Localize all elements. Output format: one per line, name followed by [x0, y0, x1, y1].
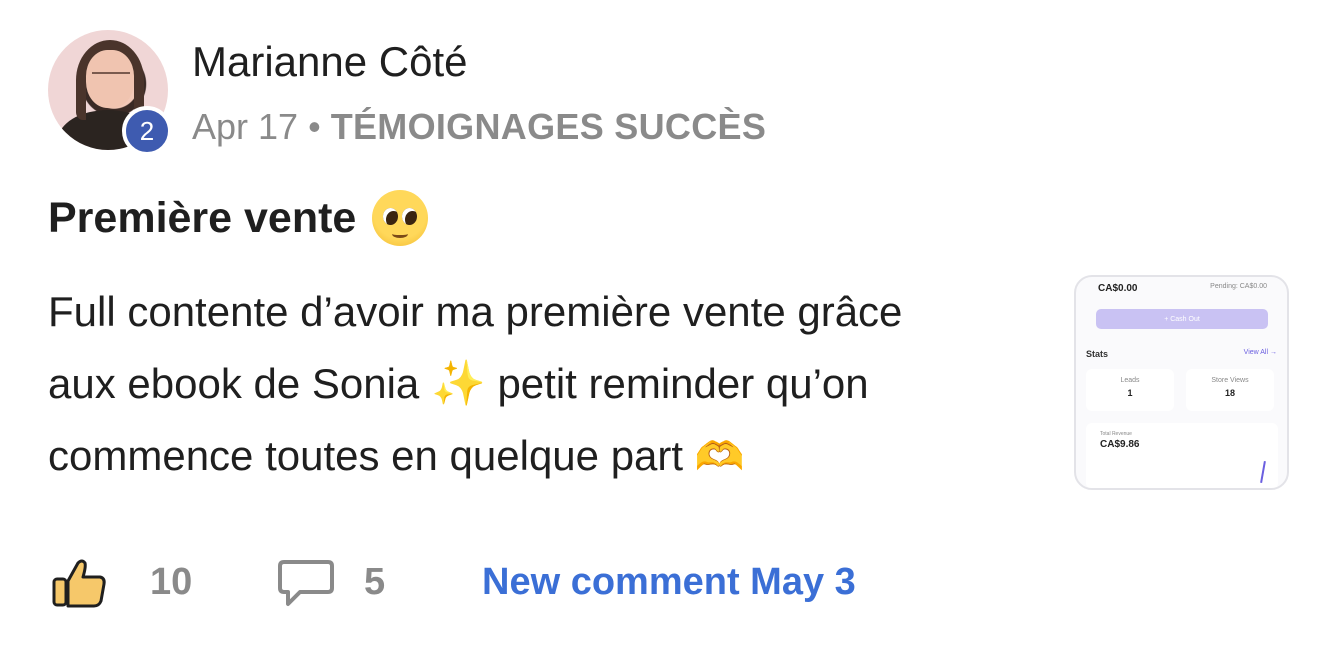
- thumb-revenue-value: CA$9.86: [1100, 439, 1140, 450]
- new-comment-link[interactable]: New comment May 3: [482, 561, 856, 604]
- post-body-line-3-text: commence toutes en quelque part: [48, 432, 684, 479]
- post-meta: Apr 17 • TÉMOIGNAGES SUCCÈS: [192, 106, 766, 148]
- post-date[interactable]: Apr 17: [192, 106, 298, 148]
- sparkles-icon: ✨: [430, 359, 486, 408]
- thumb-stats-label: Stats: [1086, 349, 1109, 359]
- thumb-cash-out: + Cash Out: [1096, 309, 1268, 329]
- post-actions: 10 5 New comment May 3: [52, 554, 856, 610]
- post-body-line-3: commence toutes en quelque part 🫶: [48, 420, 1038, 493]
- post-body-line-2a: aux ebook de Sonia: [48, 360, 420, 407]
- post-title[interactable]: Première vente: [48, 190, 429, 246]
- thumb-leads-label: Leads: [1120, 377, 1140, 384]
- post-body[interactable]: Full contente d’avoir ma première vente …: [48, 276, 1038, 493]
- avatar-glasses: [92, 72, 130, 84]
- author-name[interactable]: Marianne Côté: [192, 38, 467, 86]
- thumb-balance: CA$0.00: [1098, 283, 1138, 294]
- comment-icon[interactable]: [278, 558, 334, 606]
- thumb-revenue-sparkline: [1260, 460, 1266, 484]
- meta-separator: •: [308, 106, 321, 147]
- thumb-pending: Pending: CA$0.00: [1210, 283, 1267, 290]
- thumb-store-views-label: Store Views: [1211, 377, 1249, 384]
- post-category[interactable]: TÉMOIGNAGES SUCCÈS: [331, 106, 766, 148]
- thumb-store-views-value: 18: [1224, 388, 1235, 398]
- post-title-text: Première vente: [48, 193, 357, 242]
- post-body-line-1: Full contente d’avoir ma première vente …: [48, 288, 903, 335]
- pleading-face-icon: [372, 190, 429, 246]
- level-badge: 2: [122, 106, 172, 156]
- thumb-view-all: View All →: [1243, 349, 1277, 356]
- post-body-line-2b: petit reminder qu’on: [497, 360, 869, 407]
- heart-hands-icon: 🫶: [694, 435, 745, 479]
- attachment-thumbnail[interactable]: CA$0.00 Pending: CA$0.00 + Cash Out Stat…: [1074, 275, 1289, 490]
- author-avatar-group[interactable]: 2: [48, 30, 172, 156]
- thumbs-up-icon[interactable]: [52, 557, 108, 608]
- thumb-leads-card: Leads 1: [1086, 369, 1174, 411]
- comment-count: 5: [364, 560, 386, 603]
- like-count: 10: [150, 560, 193, 603]
- thumb-store-views-card: Store Views 18: [1186, 369, 1274, 411]
- thumb-leads-value: 1: [1127, 388, 1133, 398]
- thumb-revenue-card: Total Revenue CA$9.86: [1086, 423, 1278, 488]
- post-body-line-2: aux ebook de Sonia ✨ petit reminder qu’o…: [48, 348, 1038, 420]
- thumb-revenue-label: Total Revenue: [1100, 431, 1132, 437]
